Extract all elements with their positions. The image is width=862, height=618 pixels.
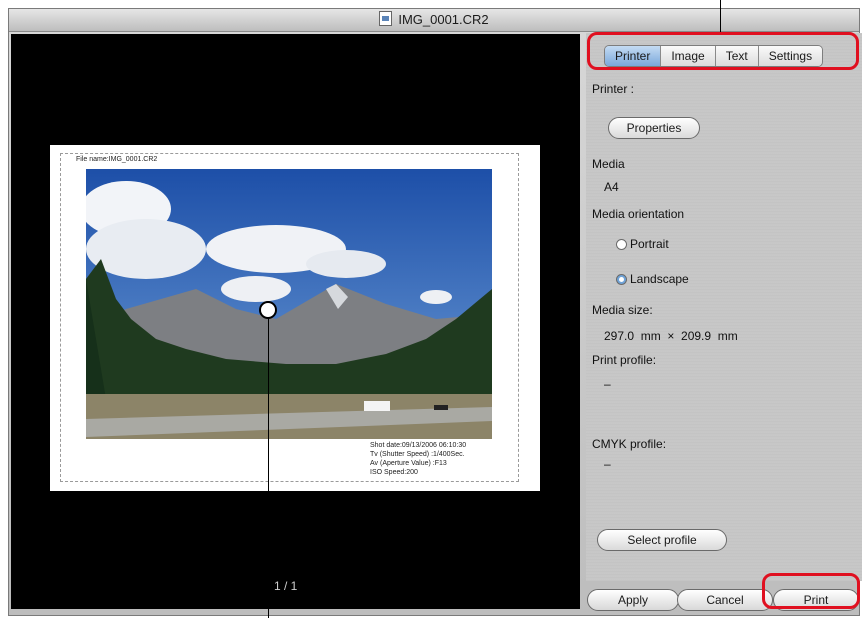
print-profile-value: – <box>604 377 611 391</box>
print-profile-label: Print profile: <box>592 353 657 367</box>
settings-panel: Printer Image Text Settings Printer : Pr… <box>586 33 862 581</box>
cancel-button[interactable]: Cancel <box>677 589 773 611</box>
print-button[interactable]: Print <box>773 589 859 611</box>
tabs-callout-line <box>720 0 721 32</box>
shot-info: Shot date:09/13/2006 06:10:30 Tv (Shutte… <box>370 441 466 477</box>
radio-unselected-icon <box>616 239 627 250</box>
media-orientation-label: Media orientation <box>592 207 685 221</box>
photo-image[interactable] <box>86 169 492 439</box>
file-name-label: File name:IMG_0001.CR2 <box>76 156 158 163</box>
radio-selected-icon <box>616 274 627 285</box>
tab-printer[interactable]: Printer <box>605 46 662 66</box>
cmyk-profile-label: CMYK profile: <box>592 437 667 451</box>
image-file-icon <box>379 11 393 26</box>
printer-label: Printer : <box>592 82 635 96</box>
apply-button[interactable]: Apply <box>587 589 679 611</box>
iso-speed: ISO Speed:200 <box>370 469 418 476</box>
landscape-radio[interactable]: Landscape <box>616 272 689 286</box>
portrait-radio[interactable]: Portrait <box>616 237 669 251</box>
shutter-speed: Tv (Shutter Speed) :1/400Sec. <box>370 451 465 458</box>
print-window: IMG_0001.CR2 File name:IMG_0001.CR2 Shot… <box>8 8 862 616</box>
media-size-label: Media size: <box>592 303 653 317</box>
properties-button[interactable]: Properties <box>608 117 700 139</box>
page-indicator: 1 / 1 <box>274 579 298 593</box>
paper-preview: File name:IMG_0001.CR2 Shot date:09/13/2… <box>50 145 540 491</box>
tab-text[interactable]: Text <box>715 46 759 66</box>
title-bar: IMG_0001.CR2 <box>9 9 859 32</box>
media-label: Media <box>592 157 625 171</box>
portrait-label: Portrait <box>630 237 669 251</box>
cmyk-profile-value: – <box>604 457 611 471</box>
tab-settings[interactable]: Settings <box>758 46 823 66</box>
tab-bar: Printer Image Text Settings <box>604 45 824 67</box>
media-size-value: 297.0 mm × 209.9 mm <box>604 329 738 343</box>
preview-callout-marker <box>259 301 277 319</box>
window-title: IMG_0001.CR2 <box>398 12 489 27</box>
landscape-label: Landscape <box>630 272 689 286</box>
shot-date: Shot date:09/13/2006 06:10:30 <box>370 442 467 449</box>
print-preview: File name:IMG_0001.CR2 Shot date:09/13/2… <box>11 34 580 609</box>
select-profile-button[interactable]: Select profile <box>597 529 727 551</box>
aperture-value: Av (Aperture Value) :F13 <box>370 460 447 467</box>
tab-image[interactable]: Image <box>661 46 716 66</box>
preview-callout-line <box>268 310 269 618</box>
media-value: A4 <box>604 180 619 194</box>
